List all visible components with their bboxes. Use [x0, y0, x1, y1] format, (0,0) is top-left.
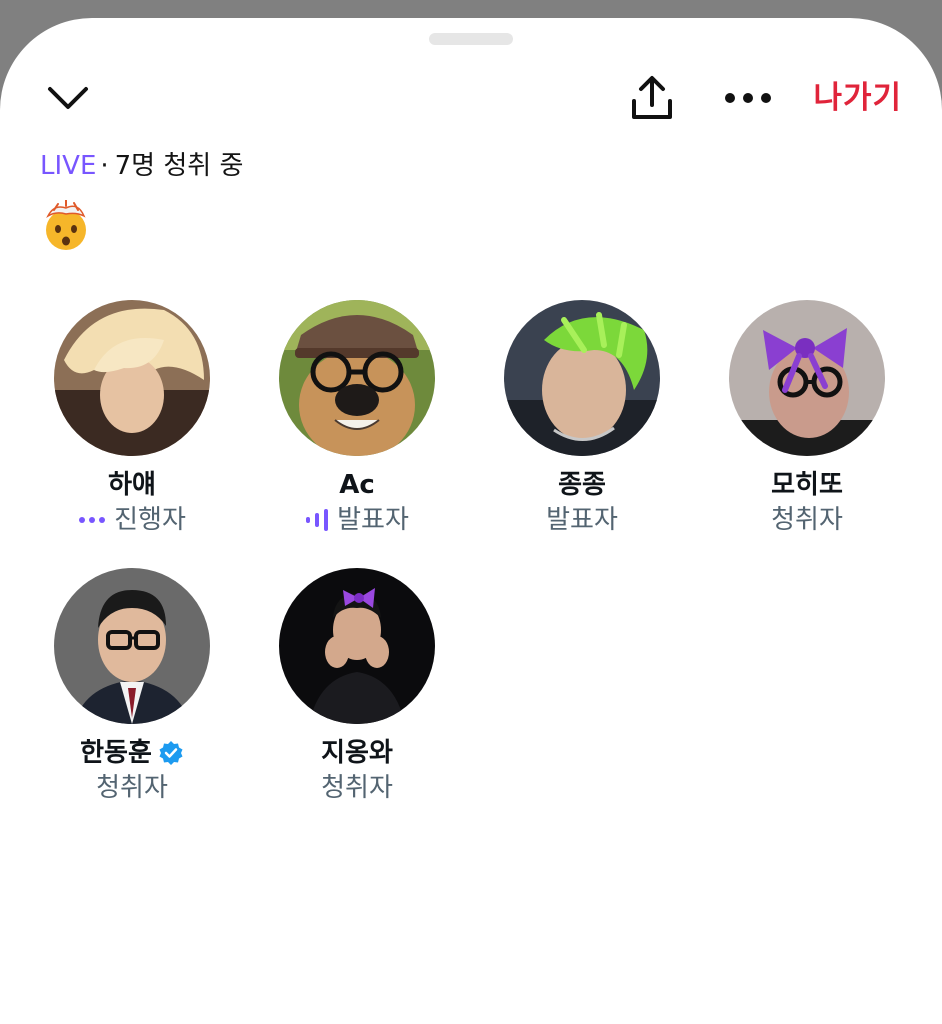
chevron-down-icon[interactable] — [40, 78, 96, 118]
ellipsis-icon — [78, 516, 106, 524]
exploding-head-icon — [40, 199, 92, 252]
audio-level-icon — [305, 509, 329, 531]
live-status: LIVE · 7명 청취 중 — [40, 146, 243, 186]
drag-handle[interactable] — [429, 33, 513, 45]
participant-role: 발표자 — [546, 505, 618, 535]
avatar[interactable] — [54, 300, 210, 456]
verified-badge-icon — [158, 740, 184, 766]
avatar[interactable] — [729, 300, 885, 456]
avatar[interactable] — [279, 300, 435, 456]
participant-name: 하얘 — [108, 470, 156, 500]
participant-role: 청취자 — [321, 773, 393, 803]
live-label: LIVE — [40, 151, 97, 181]
participant-card[interactable]: 종종 발표자 — [467, 300, 697, 538]
participant-role: 청취자 — [771, 505, 843, 535]
status-separator: · — [100, 151, 109, 181]
participant-name: 종종 — [558, 470, 606, 500]
participant-card[interactable]: 지옹와 청취자 — [242, 568, 472, 806]
participant-card[interactable]: 하얘 진행자 — [17, 300, 247, 538]
avatar[interactable] — [54, 568, 210, 724]
participant-name: 지옹와 — [321, 738, 393, 768]
avatar[interactable] — [504, 300, 660, 456]
participant-name: Ac — [339, 470, 375, 500]
avatar[interactable] — [279, 568, 435, 724]
participant-role: 발표자 — [242, 502, 472, 538]
listener-count: 7명 청취 중 — [114, 151, 244, 181]
participant-name: 한동훈 — [17, 736, 247, 770]
participant-card[interactable]: 한동훈 청취자 — [17, 568, 247, 806]
participant-card[interactable]: Ac 발표자 — [242, 300, 472, 538]
participant-card[interactable]: 모히또 청취자 — [692, 300, 922, 538]
share-icon[interactable] — [624, 70, 680, 126]
leave-button[interactable]: 나가기 — [813, 76, 902, 120]
participant-role: 진행자 — [17, 502, 247, 538]
participant-name: 모히또 — [771, 470, 843, 500]
more-icon[interactable] — [720, 78, 776, 118]
participant-role: 청취자 — [96, 773, 168, 803]
space-sheet: 나가기 LIVE · 7명 청취 중 하얘 진행자 Ac 발표자 종종 발표자 … — [0, 18, 942, 1024]
